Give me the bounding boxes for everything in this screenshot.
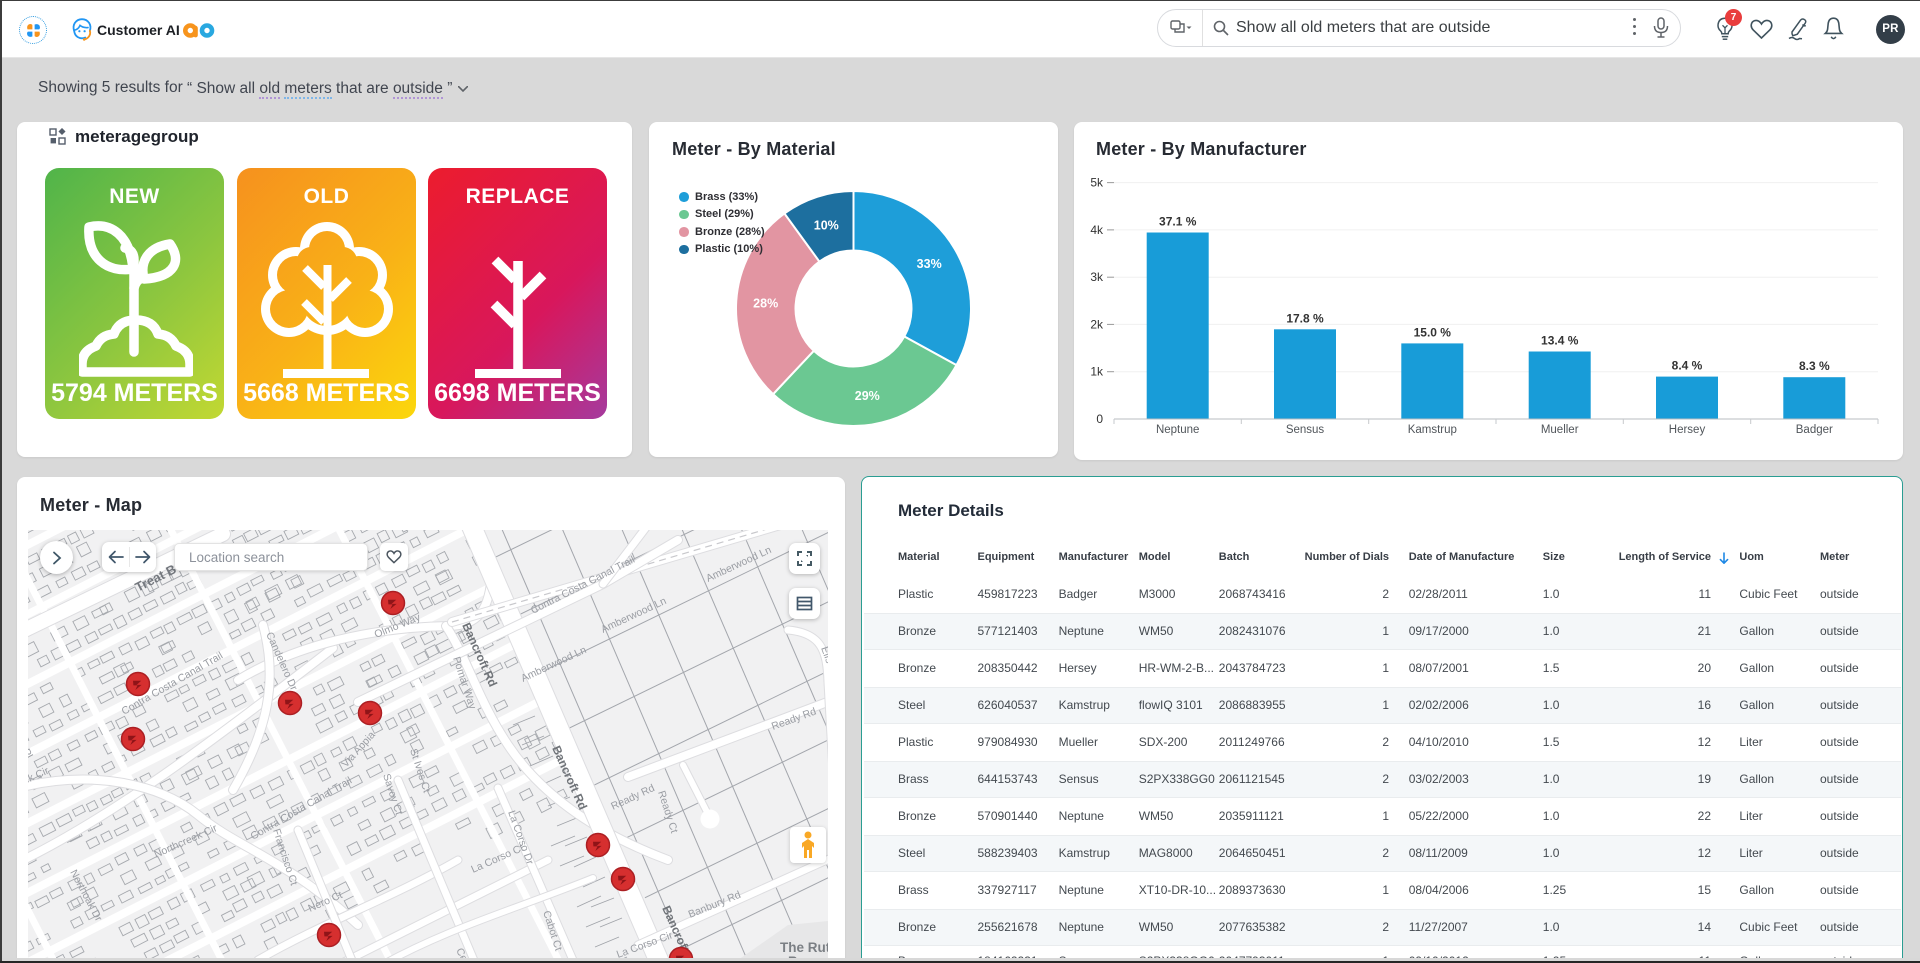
svg-text:Hersey: Hersey: [1669, 424, 1706, 436]
svg-text:Kamstrup: Kamstrup: [1408, 424, 1457, 436]
svg-text:8.4 %: 8.4 %: [1672, 359, 1703, 373]
svg-text:Mueller: Mueller: [1541, 424, 1579, 436]
svg-text:8.3 %: 8.3 %: [1799, 359, 1830, 373]
svg-text:13.4 %: 13.4 %: [1541, 334, 1579, 348]
svg-text:Neptune: Neptune: [1156, 424, 1199, 436]
svg-text:Badger: Badger: [1796, 424, 1833, 436]
svg-text:37.1 %: 37.1 %: [1159, 215, 1197, 229]
svg-text:28%: 28%: [753, 297, 778, 311]
svg-text:2k: 2k: [1090, 317, 1104, 331]
svg-text:1k: 1k: [1090, 365, 1104, 379]
svg-text:29%: 29%: [855, 389, 880, 403]
svg-text:3k: 3k: [1090, 270, 1104, 284]
svg-text:33%: 33%: [917, 257, 942, 271]
svg-text:15.0 %: 15.0 %: [1414, 325, 1452, 339]
svg-text:Sensus: Sensus: [1286, 424, 1325, 436]
svg-text:0: 0: [1096, 412, 1103, 426]
svg-text:10%: 10%: [814, 218, 839, 232]
svg-text:17.8 %: 17.8 %: [1286, 311, 1324, 325]
svg-text:5k: 5k: [1090, 176, 1104, 190]
svg-text:The Ruth: The Ruth: [780, 940, 828, 955]
svg-text:4k: 4k: [1090, 223, 1104, 237]
